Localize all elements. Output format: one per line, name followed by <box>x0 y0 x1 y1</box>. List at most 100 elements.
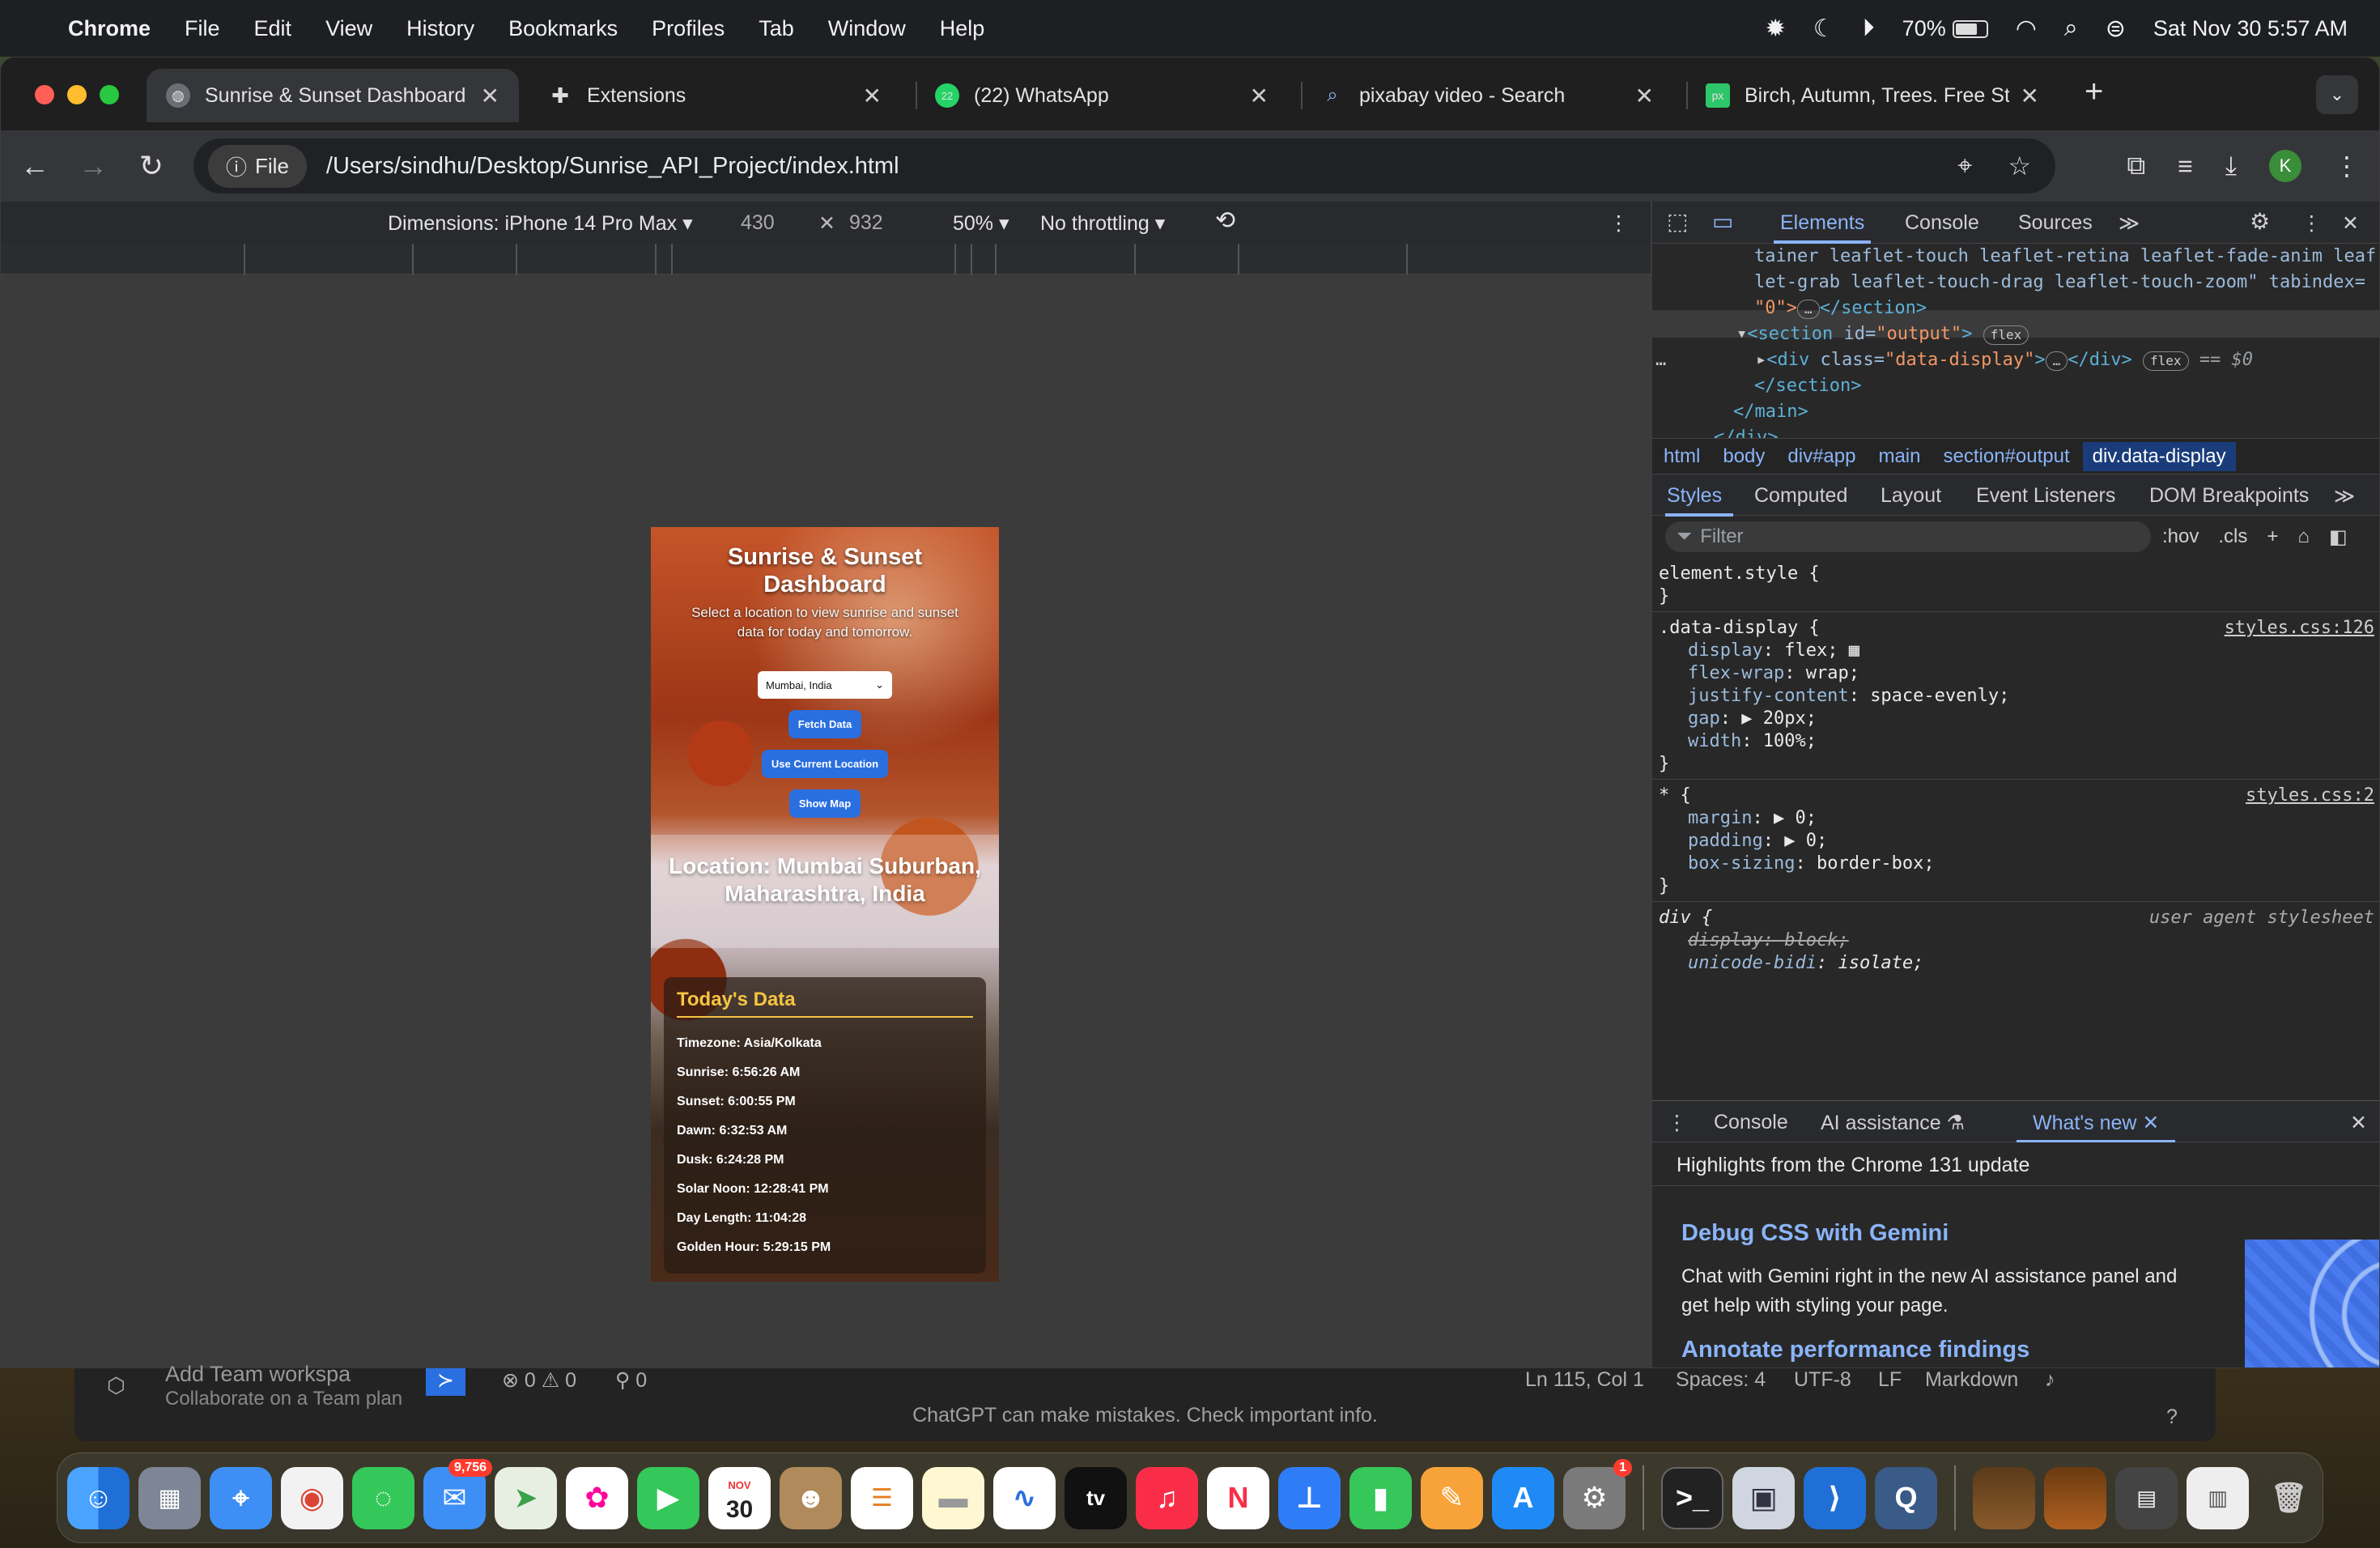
css-property[interactable]: width: 100%; <box>1659 730 2374 753</box>
documents-stack-icon[interactable]: ▥ <box>2187 1466 2249 1529</box>
throttling-dropdown[interactable]: No throttling ▾ <box>1040 211 1165 236</box>
more-menu-icon[interactable]: ⋮ <box>2334 151 2360 181</box>
dom-node-data-display[interactable]: ▸<div class="data-display">… </div> flex … <box>1756 347 2253 373</box>
quicktime-icon[interactable]: Q <box>1875 1466 1937 1529</box>
flex-badge[interactable]: flex <box>2143 351 2189 371</box>
safari-icon[interactable]: ⌖ <box>210 1466 272 1529</box>
line-ending[interactable]: LF <box>1878 1368 1902 1392</box>
cursor-position[interactable]: Ln 115, Col 1 <box>1525 1368 1644 1392</box>
calendar-icon[interactable]: NOV 30 <box>708 1466 771 1529</box>
drawer-tab-whats-new[interactable]: What's new ✕ <box>2033 1111 2159 1135</box>
control-center-icon[interactable]: ⊜ <box>2106 15 2126 43</box>
photos-icon[interactable]: ✿ <box>566 1466 628 1529</box>
menu-window[interactable]: Window <box>828 16 906 41</box>
language-mode[interactable]: Markdown <box>1925 1368 2018 1392</box>
reading-list-icon[interactable]: ≡ <box>2178 151 2193 181</box>
recent-file-thumbnail[interactable] <box>1973 1466 2035 1529</box>
reminders-icon[interactable]: ☰ <box>851 1466 913 1529</box>
paint-brush-icon[interactable]: ⌂ <box>2297 525 2310 549</box>
settings-gear-icon[interactable]: ⚙ <box>2250 208 2270 235</box>
devtools-menu-icon[interactable]: ⋮ <box>2301 211 2322 236</box>
close-tab-icon[interactable]: ✕ <box>2021 83 2039 109</box>
media-query-ruler[interactable] <box>1 244 1651 274</box>
menu-profiles[interactable]: Profiles <box>652 16 725 41</box>
messages-icon[interactable]: ◌ <box>352 1466 414 1529</box>
menu-app-name[interactable]: Chrome <box>68 16 151 41</box>
indentation[interactable]: Spaces: 4 <box>1676 1368 1766 1392</box>
tab-styles[interactable]: Styles <box>1667 484 1722 508</box>
back-button[interactable]: ← <box>11 149 59 183</box>
close-tab-icon[interactable]: ✕ <box>2142 1112 2159 1134</box>
breadcrumb-div-app[interactable]: div#app <box>1787 445 1855 468</box>
brightness-icon[interactable]: ✹ <box>1766 15 1786 43</box>
css-property[interactable]: margin: ▶ 0; <box>1659 807 2374 830</box>
reload-button[interactable]: ↻ <box>127 149 176 183</box>
tab-whatsapp[interactable]: 22 (22) WhatsApp ✕ <box>916 69 1288 122</box>
ports-indicator[interactable]: ⚲ 0 <box>615 1368 647 1393</box>
breadcrumb-section-output[interactable]: section#output <box>1944 445 2070 468</box>
dom-more-icon[interactable]: … <box>1655 347 1666 373</box>
launchpad-icon[interactable]: ▦ <box>138 1466 201 1529</box>
tab-sources[interactable]: Sources <box>2018 211 2093 235</box>
close-tab-icon[interactable]: ✕ <box>1635 83 1654 109</box>
css-property[interactable]: display: flex; ▦ <box>1659 640 2374 662</box>
music-icon[interactable]: ♫ <box>1136 1466 1198 1529</box>
preview-icon[interactable]: ▣ <box>1732 1466 1795 1529</box>
facetime-icon[interactable]: ▶ <box>637 1466 699 1529</box>
freeform-icon[interactable]: ∿ <box>993 1466 1056 1529</box>
css-property[interactable]: flex-wrap: wrap; <box>1659 662 2374 685</box>
device-toggle-icon[interactable]: ▭ <box>1712 208 1733 235</box>
css-property-overridden[interactable]: display: block; <box>1659 929 2374 952</box>
chrome-icon[interactable]: ◉ <box>281 1466 343 1529</box>
download-icon[interactable]: ⤓ <box>2225 151 2237 181</box>
profile-avatar[interactable]: K <box>2269 150 2301 182</box>
finder-icon[interactable]: ☺ <box>67 1466 130 1529</box>
drawer-tab-console[interactable]: Console <box>1714 1111 1788 1134</box>
system-settings-icon[interactable]: ⚙ 1 <box>1563 1458 1632 1529</box>
tab-event-listeners[interactable]: Event Listeners <box>1976 484 2115 508</box>
tab-pixabay-search[interactable]: ⌕ pixabay video - Search ✕ <box>1301 69 1673 122</box>
fetch-data-button[interactable]: Fetch Data <box>788 710 862 738</box>
battery-status[interactable]: 70% <box>1902 16 1988 41</box>
downloads-stack-icon[interactable]: ▤ <box>2115 1466 2178 1529</box>
close-tab-icon[interactable]: ✕ <box>863 83 882 109</box>
flexbox-editor-icon[interactable]: ▦ <box>1849 640 1859 661</box>
terminal-icon[interactable]: >_ <box>1661 1466 1723 1529</box>
inspect-element-icon[interactable]: ⬚ <box>1667 208 1688 235</box>
styles-filter-input[interactable]: ⏷ Filter <box>1665 521 2151 552</box>
vscode-icon[interactable]: ⟩ <box>1804 1466 1866 1529</box>
menu-clock[interactable]: Sat Nov 30 5:57 AM <box>2153 16 2348 41</box>
device-more-icon[interactable]: ⋮ <box>1609 211 1629 236</box>
play-circle-icon[interactable]: ⏵ <box>1863 15 1875 42</box>
close-window-button[interactable] <box>35 85 54 104</box>
extensions-icon[interactable]: ⧉ <box>2127 151 2145 181</box>
device-height-input[interactable]: 932 <box>849 211 883 235</box>
more-tabs-icon[interactable]: ≫ <box>2119 211 2140 236</box>
numbers-icon[interactable]: ▮ <box>1349 1466 1412 1529</box>
wifi-icon[interactable]: ◠ <box>2016 15 2037 43</box>
apple-tv-icon[interactable]: tv <box>1065 1466 1127 1529</box>
rotate-icon[interactable]: ⟲ <box>1215 206 1235 235</box>
menu-edit[interactable]: Edit <box>254 16 292 41</box>
zoom-window-button[interactable] <box>100 85 119 104</box>
keynote-icon[interactable]: ⊥ <box>1278 1466 1341 1529</box>
notes-icon[interactable]: ▬ <box>922 1466 984 1529</box>
menu-help[interactable]: Help <box>940 16 985 41</box>
css-property[interactable]: box-sizing: border-box; <box>1659 853 2374 875</box>
menu-bookmarks[interactable]: Bookmarks <box>508 16 618 41</box>
breadcrumb-body[interactable]: body <box>1723 445 1765 468</box>
class-toggle[interactable]: .cls <box>2218 525 2247 549</box>
address-bar[interactable]: ⓘ File /Users/sindhu/Desktop/Sunrise_API_… <box>193 138 2055 194</box>
css-property[interactable]: unicode-bidi: isolate; <box>1659 952 2374 971</box>
flex-badge[interactable]: flex <box>1983 325 2029 345</box>
tab-computed[interactable]: Computed <box>1754 484 1847 508</box>
pages-icon[interactable]: ✎ <box>1421 1466 1483 1529</box>
device-dimensions-dropdown[interactable]: Dimensions: iPhone 14 Pro Max ▾ <box>388 211 693 236</box>
ellipsis-icon[interactable]: … <box>1796 300 1820 319</box>
caret-right-icon[interactable]: ▸ <box>1756 350 1766 370</box>
news-icon[interactable]: N <box>1207 1466 1269 1529</box>
tab-dom-breakpoints[interactable]: DOM Breakpoints <box>2149 484 2309 508</box>
css-property[interactable]: gap: ▶ 20px; <box>1659 708 2374 730</box>
new-tab-button[interactable]: + <box>2085 74 2103 110</box>
tab-extensions[interactable]: ✚ Extensions ✕ <box>529 69 901 122</box>
